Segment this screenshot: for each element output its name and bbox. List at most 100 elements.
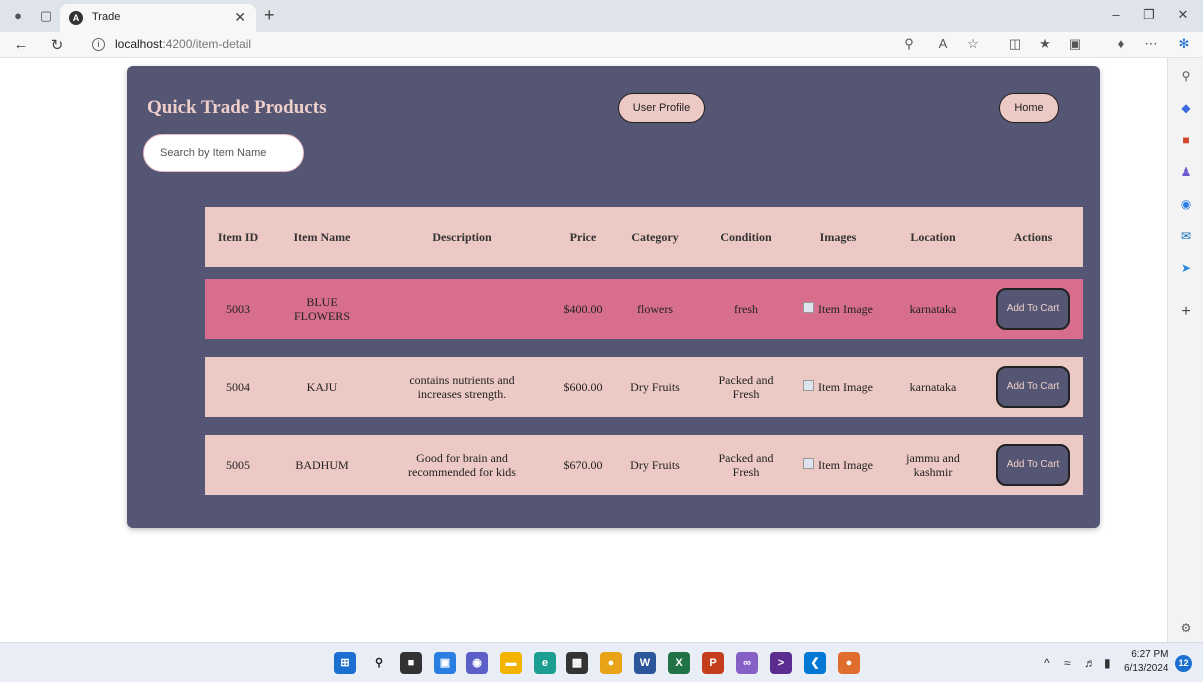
item-price: $670.00 (563, 458, 603, 472)
copilot-icon[interactable]: ✻ (1175, 36, 1193, 52)
header-images: Images (819, 230, 857, 244)
edge-browser-icon[interactable]: e (534, 652, 556, 674)
office-icon[interactable]: ◉ (1178, 196, 1194, 212)
teams-chat-icon[interactable]: ◉ (466, 652, 488, 674)
games-icon[interactable]: ♟ (1178, 164, 1194, 180)
item-image: Item Image (803, 435, 873, 495)
add-to-cart-button[interactable]: Add To Cart (996, 288, 1070, 330)
item-id: 5003 (226, 302, 250, 316)
user-profile-button[interactable]: User Profile (618, 93, 705, 123)
favorites-icon[interactable]: ★ (1036, 36, 1054, 52)
postman-icon[interactable]: ● (838, 652, 860, 674)
search-icon[interactable]: ⚲ (1178, 68, 1194, 84)
vscode-icon[interactable]: ❮ (804, 652, 826, 674)
main-panel: Quick Trade Products User Profile Home I… (127, 66, 1100, 528)
clock[interactable]: 6:27 PM 6/13/2024 (1124, 648, 1169, 676)
tab-trade[interactable]: A Trade ✕ (60, 4, 256, 32)
broken-image-icon (803, 302, 814, 313)
restore-icon[interactable]: ❐ (1139, 7, 1159, 23)
key-icon[interactable]: ⚲ (900, 36, 918, 52)
extensions-icon[interactable]: ♦ (1112, 36, 1130, 51)
url-path: :4200/item-detail (162, 37, 252, 51)
angular-favicon-icon: A (69, 11, 83, 25)
tools-briefcase-icon[interactable]: ■ (1178, 132, 1194, 148)
item-name: KAJU (306, 380, 338, 394)
read-aloud-icon[interactable]: A (934, 36, 952, 51)
store-icon[interactable]: ▩ (566, 652, 588, 674)
add-to-cart-button[interactable]: Add To Cart (996, 444, 1070, 486)
notification-badge[interactable]: 12 (1175, 655, 1192, 672)
terminal-icon[interactable]: > (770, 652, 792, 674)
item-id: 5004 (226, 380, 250, 394)
window-close-icon[interactable]: ✕ (1173, 7, 1193, 23)
page-title: Quick Trade Products (147, 97, 327, 118)
item-image-alt: Item Image (818, 302, 873, 316)
item-name: BADHUM (295, 458, 349, 472)
profile-icon[interactable]: ● (10, 8, 26, 24)
tab-title: Trade (92, 11, 121, 23)
site-info-icon[interactable]: i (92, 38, 105, 51)
item-image: Item Image (803, 357, 873, 417)
header-location: Location (910, 230, 956, 244)
item-image-alt: Item Image (818, 458, 873, 472)
search-input[interactable] (143, 134, 304, 172)
more-menu-icon[interactable]: ⋯ (1142, 36, 1160, 52)
header-item-id: Item ID (217, 230, 259, 244)
taskbar-search-icon[interactable]: ⚲ (368, 652, 390, 674)
word-icon[interactable]: W (634, 652, 656, 674)
header-description: Description (432, 230, 492, 244)
item-price: $600.00 (563, 380, 603, 394)
add-sidebar-icon[interactable]: + (1178, 304, 1194, 320)
powerpoint-icon[interactable]: P (702, 652, 724, 674)
item-image: Item Image (803, 279, 873, 339)
new-tab-icon[interactable]: + (264, 5, 275, 26)
widgets-icon[interactable]: ▣ (434, 652, 456, 674)
item-location: karnataka (909, 380, 957, 394)
browser-tab-bar: ● ▢ A Trade ✕ + – ❐ ✕ (0, 0, 1203, 32)
item-id: 5005 (226, 458, 250, 472)
excel-icon[interactable]: X (668, 652, 690, 674)
chrome-icon[interactable]: ● (600, 652, 622, 674)
item-category: Dry Fruits (630, 380, 680, 394)
wifi-icon[interactable]: ≈ (1064, 656, 1071, 670)
collections-icon[interactable]: ▣ (1066, 36, 1084, 52)
minimize-icon[interactable]: – (1106, 7, 1126, 22)
item-description: contains nutrients and increases strengt… (409, 373, 515, 401)
header-category: Category (631, 230, 679, 244)
windows-start-icon[interactable]: ⊞ (334, 652, 356, 674)
item-image-alt: Item Image (818, 380, 873, 394)
tab-close-icon[interactable]: ✕ (234, 9, 246, 26)
send-icon[interactable]: ➤ (1178, 260, 1194, 276)
battery-icon[interactable]: ▮ (1104, 656, 1111, 670)
item-condition: Packed and Fresh (718, 373, 774, 401)
visual-studio-icon[interactable]: ∞ (736, 652, 758, 674)
file-explorer-icon[interactable]: ▬ (500, 652, 522, 674)
table-row: 5005 BADHUM Good for brain and recommend… (205, 435, 1083, 495)
broken-image-icon (803, 458, 814, 469)
clock-date: 6/13/2024 (1124, 663, 1169, 674)
item-actions: Add To Cart (993, 279, 1073, 339)
volume-icon[interactable]: ♬ (1084, 656, 1096, 670)
item-actions: Add To Cart (993, 357, 1073, 417)
header-price: Price (569, 230, 597, 244)
item-condition: Packed and Fresh (718, 451, 774, 479)
add-to-cart-button[interactable]: Add To Cart (996, 366, 1070, 408)
refresh-icon[interactable]: ↻ (48, 36, 66, 54)
tray-chevron-icon[interactable]: ^ (1044, 656, 1050, 670)
item-category: flowers (637, 302, 673, 316)
favorite-star-icon[interactable]: ☆ (964, 36, 982, 52)
settings-gear-icon[interactable]: ⚙ (1178, 620, 1194, 636)
item-actions: Add To Cart (993, 435, 1073, 495)
task-view-icon[interactable]: ■ (400, 652, 422, 674)
back-arrow-icon[interactable]: ← (12, 36, 30, 53)
windows-taskbar: ⊞ ⚲ ■ ▣ ◉ ▬ e ▩ ● W X P ∞ > ❮ ● ^ ≈ ♬ ▮ … (0, 642, 1203, 682)
shopping-tag-icon[interactable]: ◆ (1178, 100, 1194, 116)
item-location: jammu and kashmir (906, 451, 960, 479)
split-screen-icon[interactable]: ◫ (1006, 36, 1024, 52)
home-button[interactable]: Home (999, 93, 1059, 123)
item-name: BLUE FLOWERS (293, 295, 350, 323)
url-field[interactable]: localhost:4200/item-detail (115, 37, 251, 51)
outlook-icon[interactable]: ✉ (1178, 228, 1194, 244)
tab-actions-icon[interactable]: ▢ (38, 8, 54, 24)
clock-time: 6:27 PM (1131, 649, 1169, 660)
